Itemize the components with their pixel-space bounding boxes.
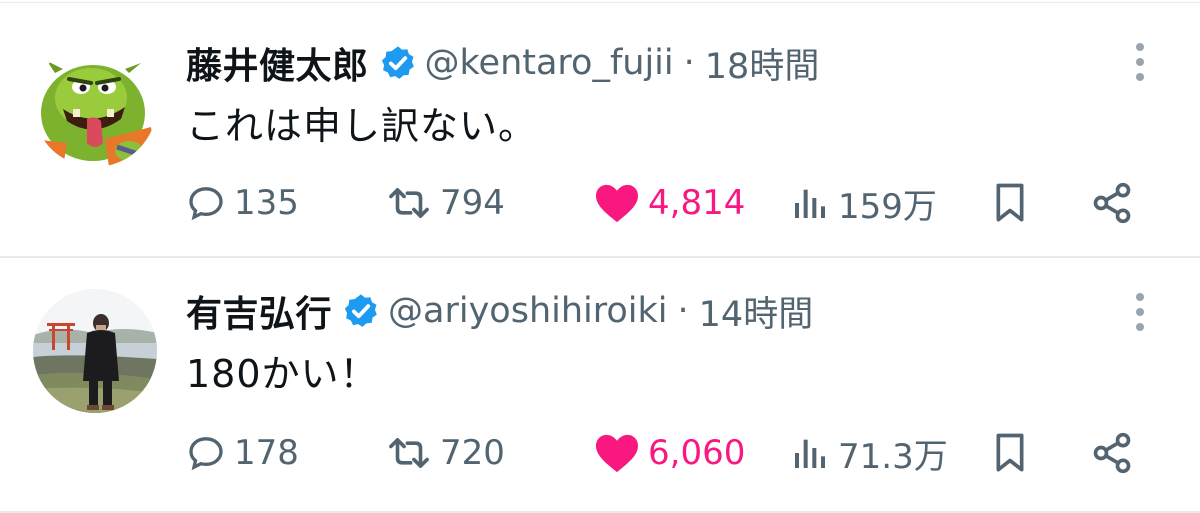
speech-bubble-icon — [189, 437, 223, 471]
reply-count: 135 — [234, 183, 299, 223]
tweet-actions: 135 794 4,814 159万 — [0, 173, 1200, 233]
share-nodes-icon — [1093, 182, 1131, 224]
vertical-ellipsis-icon — [1136, 43, 1144, 51]
retweet-button[interactable]: 794 — [386, 173, 505, 233]
more-options-button[interactable] — [1130, 43, 1150, 83]
vertical-ellipsis-dot — [1136, 58, 1144, 66]
views-count: 71.3万 — [838, 436, 948, 477]
views-button[interactable]: 159万 — [790, 173, 937, 233]
like-button[interactable]: 4,814 — [594, 173, 745, 233]
user-handle[interactable]: @ariyoshihiroiki — [388, 291, 668, 331]
retweet-count: 794 — [440, 183, 505, 223]
share-button[interactable] — [1090, 423, 1134, 483]
tweet-text: 180かい！ — [186, 352, 379, 396]
user-handle[interactable]: @kentaro_fujii — [425, 43, 674, 83]
separator-dot: · — [683, 43, 695, 83]
retweet-count: 720 — [440, 433, 505, 473]
tweet-text: これは申し訳ない。 — [186, 104, 538, 148]
retweet-arrows-icon — [389, 438, 429, 468]
like-button[interactable]: 6,060 — [594, 423, 745, 483]
tweet[interactable]: 有吉弘行 @ariyoshihiroiki · 14時間 180かい！ 178 … — [0, 259, 1200, 513]
tweet[interactable]: 藤井健太郎 @kentaro_fujii · 18時間 これは申し訳ない。 13… — [0, 3, 1200, 258]
bookmark-icon — [996, 433, 1024, 472]
heart-icon — [596, 184, 638, 223]
reply-button[interactable]: 178 — [186, 423, 299, 483]
retweet-arrows-icon — [389, 188, 429, 218]
heart-icon — [596, 434, 638, 473]
avatar[interactable] — [33, 289, 157, 413]
bookmark-icon — [996, 183, 1024, 222]
vertical-ellipsis-dot — [1136, 323, 1144, 331]
timestamp[interactable]: 14時間 — [699, 286, 814, 337]
like-count: 4,814 — [648, 183, 746, 223]
tweet-header: 藤井健太郎 @kentaro_fujii · 18時間 — [186, 33, 819, 93]
verified-badge-icon — [379, 44, 417, 82]
verified-badge-icon — [342, 292, 380, 330]
bar-chart-icon — [795, 439, 825, 468]
timestamp[interactable]: 18時間 — [705, 38, 820, 89]
green-ogre-cartoon-avatar-icon — [33, 43, 157, 167]
bookmark-button[interactable] — [990, 423, 1030, 483]
retweet-button[interactable]: 720 — [386, 423, 505, 483]
reply-button[interactable]: 135 — [186, 173, 299, 233]
share-nodes-icon — [1093, 432, 1131, 474]
views-count: 159万 — [838, 186, 937, 227]
speech-bubble-icon — [189, 187, 223, 221]
vertical-ellipsis-icon — [1136, 293, 1144, 301]
like-count: 6,060 — [648, 433, 746, 473]
share-button[interactable] — [1090, 173, 1134, 233]
bookmark-button[interactable] — [990, 173, 1030, 233]
avatar[interactable] — [33, 43, 157, 167]
bar-chart-icon — [795, 189, 825, 218]
timeline-feed: 藤井健太郎 @kentaro_fujii · 18時間 これは申し訳ない。 13… — [0, 0, 1200, 513]
separator-dot: · — [677, 291, 689, 331]
tweet-divider — [0, 256, 1200, 258]
vertical-ellipsis-dot — [1136, 73, 1144, 81]
person-at-seaside-torii-avatar-icon — [33, 289, 157, 413]
reply-count: 178 — [234, 433, 299, 473]
tweet-actions: 178 720 6,060 71.3万 — [0, 423, 1200, 483]
views-button[interactable]: 71.3万 — [790, 423, 948, 483]
tweet-header: 有吉弘行 @ariyoshihiroiki · 14時間 — [186, 281, 813, 341]
vertical-ellipsis-dot — [1136, 308, 1144, 316]
display-name[interactable]: 有吉弘行 — [186, 285, 332, 337]
display-name[interactable]: 藤井健太郎 — [186, 37, 369, 89]
more-options-button[interactable] — [1130, 293, 1150, 333]
